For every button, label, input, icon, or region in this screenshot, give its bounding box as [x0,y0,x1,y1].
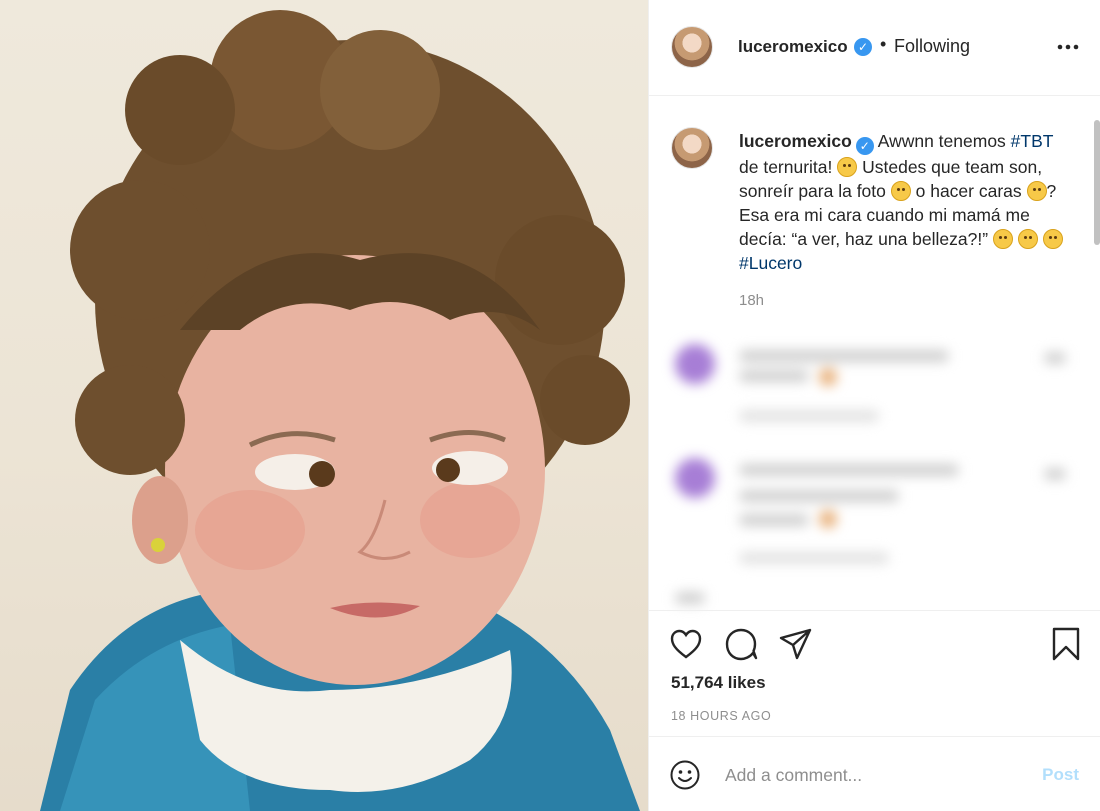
comment-like-placeholder [1044,468,1066,480]
caption-username[interactable]: luceromexico [739,131,852,151]
separator-dot: • [880,34,887,54]
post-date[interactable]: 18 HOURS AGO [671,709,771,723]
heart-icon[interactable] [669,627,703,661]
face-with-rolling-eyes-icon [1017,229,1038,249]
comment-avatar [675,458,715,498]
comment-icon[interactable] [724,627,758,661]
rolling-laughing-face-icon [992,229,1013,249]
caption-section: luceromexico ✓ Awwnn tenemos #TBT de tern… [649,97,1100,329]
more-options-icon[interactable] [1057,36,1079,58]
caption-avatar[interactable] [671,127,713,169]
comment-meta-placeholder [739,552,889,564]
header-username[interactable]: luceromexico [738,37,848,57]
profile-avatar[interactable] [671,26,713,68]
following-button[interactable]: Following [894,36,970,57]
comment-input[interactable] [725,761,1025,789]
hashtag-link[interactable]: #TBT [1011,131,1053,151]
emoji-icon[interactable] [669,759,701,791]
comment-text-placeholder [739,370,809,382]
verified-badge-icon: ✓ [854,38,872,56]
worried-face-icon [837,157,858,177]
add-comment-bar: Post [649,736,1100,811]
grinning-face-icon [890,181,911,201]
bookmark-icon[interactable] [1049,627,1083,661]
post-side-panel: luceromexico ✓ • Following luceromexico ✓… [648,0,1100,811]
comment-text-placeholder [739,514,809,526]
caption-part: o hacer caras [910,181,1027,201]
post-header: luceromexico ✓ • Following [649,0,1100,96]
comment-text-placeholder [739,350,949,362]
caption-age[interactable]: 18h [739,292,764,309]
post-comment-button[interactable]: Post [1042,765,1079,785]
comment-avatar [675,344,715,384]
rolling-laughing-face-icon [1042,229,1063,249]
verified-badge-icon: ✓ [855,137,874,155]
likes-count[interactable]: 51,764 likes [671,673,766,693]
comment-text-placeholder [675,592,705,604]
post-actions: 51,764 likes 18 HOURS AGO [649,610,1100,755]
comment-emoji-icon [819,510,837,528]
zany-face-icon [1026,181,1047,201]
comment-like-placeholder [1044,352,1066,364]
share-icon[interactable] [778,627,812,661]
caption-part: Awwnn tenemos [873,131,1011,151]
blurred-comments-list [649,330,1100,610]
comments-scrollbar[interactable] [1094,120,1100,245]
caption-part: de ternurita! [739,157,838,177]
comment-meta-placeholder [739,410,879,422]
caption-text: luceromexico ✓ Awwnn tenemos #TBT de tern… [739,129,1069,275]
comment-text-placeholder [739,490,899,502]
hashtag-link[interactable]: #Lucero [739,253,802,273]
comment-emoji-icon [819,368,837,386]
child-portrait-illustration [40,10,640,811]
comment-text-placeholder [739,464,959,476]
post-photo[interactable] [0,0,648,811]
